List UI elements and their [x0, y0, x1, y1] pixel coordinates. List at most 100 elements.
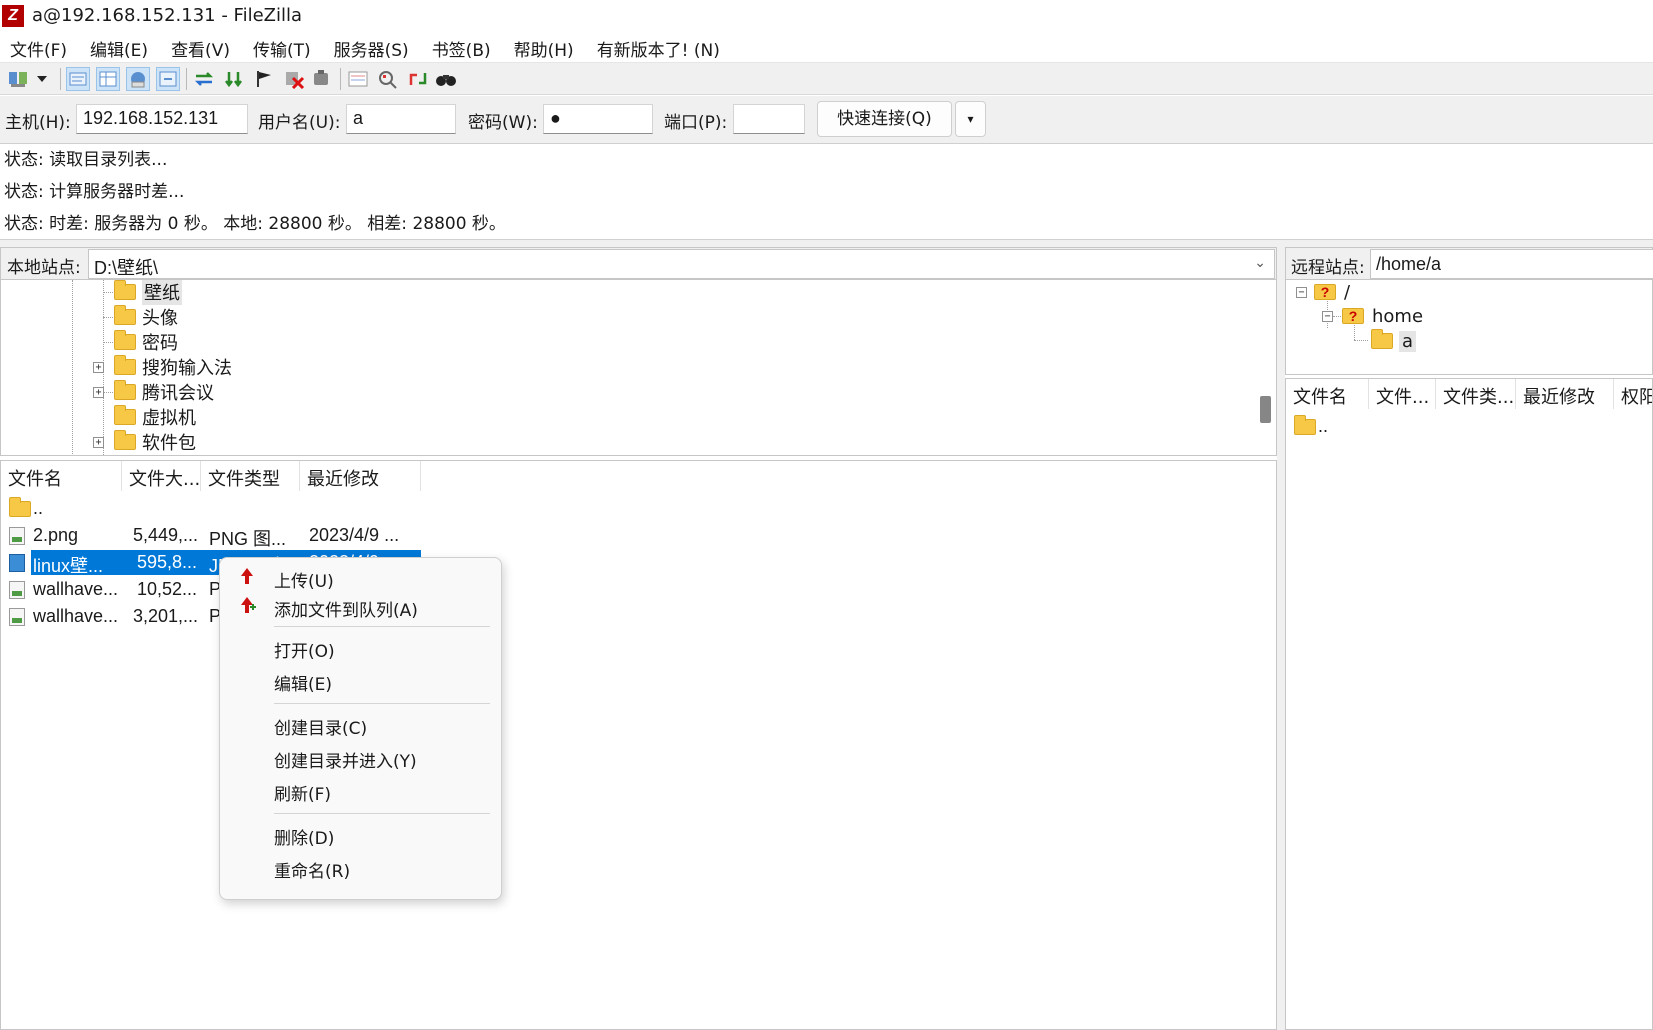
menu-separator — [274, 813, 490, 814]
remote-directory-tree[interactable]: − ? / − ? home a — [1285, 280, 1653, 375]
context-menu-refresh[interactable]: 刷新(F) — [274, 780, 331, 805]
column-header-filetype[interactable]: 文件类... — [1436, 379, 1516, 409]
context-menu-upload[interactable]: 上传(U) — [274, 567, 334, 592]
context-menu-delete[interactable]: 删除(D) — [274, 824, 334, 849]
quickconnect-dropdown-button[interactable]: ▾ — [955, 101, 986, 137]
file-size: 10,52... — [137, 579, 198, 599]
add-queue-icon — [240, 596, 256, 618]
host-input[interactable]: 192.168.152.131 — [76, 104, 248, 134]
tree-item-label: 壁纸 — [142, 280, 182, 305]
menu-new-version[interactable]: 有新版本了! (N) — [597, 34, 732, 62]
context-menu-rename[interactable]: 重命名(R) — [274, 857, 350, 882]
tree-item-label: 软件包 — [142, 433, 196, 454]
tree-item[interactable]: 虚拟机 — [114, 405, 196, 429]
file-row[interactable]: .. — [1288, 413, 1648, 440]
chevron-down-icon[interactable] — [34, 67, 50, 91]
file-name: wallhave... — [33, 606, 119, 626]
username-label: 用户名(U): — [258, 113, 341, 133]
pane-splitter[interactable] — [1277, 247, 1285, 1030]
search-files-icon[interactable] — [434, 67, 458, 91]
host-label: 主机(H): — [5, 113, 71, 133]
collapse-icon[interactable]: − — [1296, 287, 1307, 298]
column-header-filesize[interactable]: 文件大... — [122, 461, 201, 491]
toggle-remote-tree-icon[interactable] — [126, 67, 150, 91]
scrollbar[interactable] — [1257, 280, 1276, 454]
file-row[interactable]: .. — [3, 495, 423, 522]
log-splitter[interactable] — [0, 240, 1653, 247]
menu-separator — [274, 703, 490, 704]
disconnect-icon[interactable] — [310, 67, 334, 91]
menu-edit[interactable]: 编辑(E) — [90, 34, 160, 62]
port-input[interactable] — [733, 104, 805, 134]
menu-transfer[interactable]: 传输(T) — [253, 34, 323, 62]
tree-item[interactable]: a — [1371, 329, 1417, 353]
column-header-filesize[interactable]: 文件... — [1369, 379, 1436, 409]
remote-path-input[interactable]: /home/a — [1370, 249, 1653, 279]
tree-item[interactable]: 壁纸 — [114, 280, 182, 305]
tree-item[interactable]: 腾讯会议 — [114, 380, 214, 404]
expand-icon[interactable]: + — [93, 387, 104, 398]
column-header-filename[interactable]: 文件名 ^ — [1286, 379, 1369, 409]
menu-server[interactable]: 服务器(S) — [334, 34, 421, 62]
tree-item[interactable]: 密码 — [114, 330, 178, 354]
quickconnect-button[interactable]: 快速连接(Q) — [817, 101, 952, 137]
scrollbar-thumb[interactable] — [1260, 396, 1271, 423]
tree-item-label: 头像 — [142, 308, 178, 329]
local-directory-tree[interactable]: 壁纸 头像 密码 + 搜狗输入法 + 腾讯会议 虚拟机 + 软件包 — [0, 280, 1277, 456]
directory-listing-filter-icon[interactable] — [346, 67, 370, 91]
tree-item[interactable]: 搜狗输入法 — [114, 355, 232, 379]
log-line: 状态: 计算服务器时差... — [4, 182, 185, 202]
chevron-down-icon[interactable]: ⌄ — [1254, 254, 1266, 271]
menu-file[interactable]: 文件(F) — [10, 34, 79, 62]
column-header-filetype[interactable]: 文件类型 — [201, 461, 300, 491]
context-menu-edit[interactable]: 编辑(E) — [274, 670, 332, 695]
expand-icon[interactable]: + — [93, 437, 104, 448]
collapse-icon[interactable]: − — [1322, 311, 1333, 322]
compare-icon[interactable] — [376, 67, 400, 91]
username-input[interactable]: a — [346, 104, 456, 134]
process-queue-icon[interactable] — [222, 67, 246, 91]
menu-help[interactable]: 帮助(H) — [514, 34, 586, 62]
flag-icon[interactable] — [252, 67, 276, 91]
remote-file-list[interactable]: 文件名 ^ 文件... 文件类... 最近修改 权阳 .. — [1285, 378, 1653, 1030]
tree-item-label: / — [1344, 281, 1351, 303]
image-file-icon — [9, 580, 25, 599]
site-manager-icon[interactable] — [6, 67, 30, 91]
file-name: .. — [1318, 416, 1329, 436]
column-header-modified[interactable]: 最近修改 — [1516, 379, 1614, 409]
context-menu-create-directory[interactable]: 创建目录(C) — [274, 714, 367, 739]
local-path-text: D:\壁纸\ — [94, 258, 159, 278]
file-row[interactable]: 2.png 5,449,... PNG 图... 2023/4/9 ... — [3, 522, 423, 549]
tree-item[interactable]: ? / — [1314, 280, 1350, 304]
log-line: 状态: 读取目录列表... — [4, 150, 168, 170]
column-header-filename[interactable]: 文件名 ^ — [1, 461, 122, 491]
tree-item[interactable]: ? home — [1342, 304, 1423, 328]
local-file-list[interactable]: 文件名 ^ 文件大... 文件类型 最近修改 .. 2.png 5,449,..… — [0, 460, 1277, 1030]
context-menu-add-to-queue[interactable]: 添加文件到队列(A) — [274, 596, 418, 621]
password-input[interactable]: ● — [543, 104, 653, 134]
menu-view[interactable]: 查看(V) — [171, 34, 242, 62]
toggle-transfer-queue-icon[interactable] — [156, 67, 180, 91]
context-menu-create-directory-enter[interactable]: 创建目录并进入(Y) — [274, 747, 417, 772]
cancel-operation-icon[interactable] — [282, 67, 306, 91]
synchronized-browsing-icon[interactable] — [406, 67, 430, 91]
filezilla-logo-icon: Z — [2, 5, 24, 27]
tree-item-label: 虚拟机 — [142, 408, 196, 429]
tree-item[interactable]: 头像 — [114, 305, 178, 329]
column-header-permissions[interactable]: 权阳 — [1614, 379, 1652, 409]
tree-item[interactable]: 软件包 — [114, 430, 196, 454]
folder-icon — [9, 496, 31, 517]
local-path-input[interactable]: D:\壁纸\ ⌄ — [88, 249, 1275, 279]
refresh-icon[interactable] — [192, 67, 216, 91]
toggle-local-tree-icon[interactable] — [96, 67, 120, 91]
column-header-modified[interactable]: 最近修改 — [300, 461, 421, 491]
remote-site-bar: 远程站点: /home/a — [1285, 247, 1653, 280]
expand-icon[interactable]: + — [93, 362, 104, 373]
port-label: 端口(P): — [664, 113, 728, 133]
context-menu-open[interactable]: 打开(O) — [274, 637, 335, 662]
message-log[interactable]: 状态: 读取目录列表... 状态: 计算服务器时差... 状态: 时差: 服务器… — [0, 145, 1653, 240]
folder-icon — [114, 330, 136, 350]
file-modified: 2023/4/9 ... — [309, 525, 400, 545]
toggle-message-log-icon[interactable] — [66, 67, 90, 91]
menu-bookmarks[interactable]: 书签(B) — [432, 34, 503, 62]
